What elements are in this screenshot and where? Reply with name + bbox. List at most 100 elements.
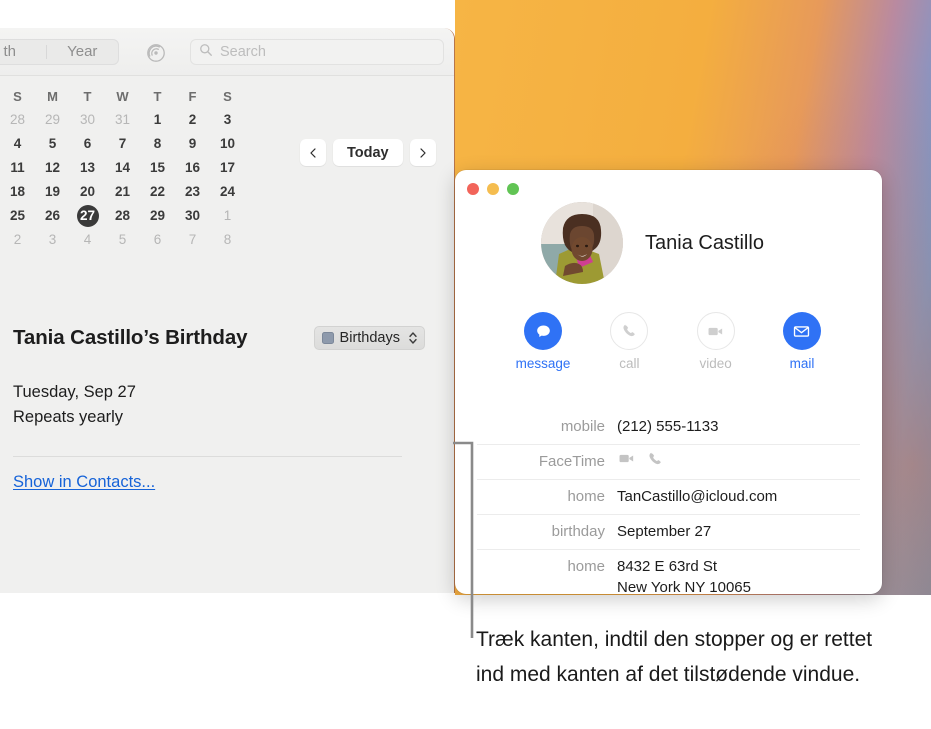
calendar-select-popup[interactable]: Birthdays	[313, 326, 425, 350]
day-cell[interactable]: 6	[70, 132, 105, 156]
day-cell[interactable]: 12	[35, 156, 70, 180]
contact-field-row[interactable]: FaceTime	[477, 445, 860, 480]
weekday-header: M	[47, 89, 58, 104]
show-in-contacts-link[interactable]: Show in Contacts...	[0, 457, 454, 492]
field-value[interactable]: September 27	[617, 521, 711, 542]
day-cell[interactable]: 11	[0, 156, 35, 180]
mini-month-grid: SMTWTFS 28 29 30 31 1 2 3 4 5 6 7 8 9 10 11 12 13 14 15 16 1…	[0, 86, 272, 252]
field-value-line: September 27	[617, 523, 712, 540]
day-cell[interactable]: 5	[105, 228, 140, 252]
month-segment[interactable]: th	[0, 40, 46, 64]
callout-bracket	[452, 440, 492, 645]
day-cell[interactable]: 7	[105, 132, 140, 156]
event-repeat: Repeats yearly	[13, 408, 124, 426]
close-button[interactable]	[467, 183, 479, 195]
weekday-header: S	[13, 89, 22, 104]
minimize-button[interactable]	[487, 183, 499, 195]
day-cell[interactable]: 16	[175, 156, 210, 180]
day-cell[interactable]: 8	[210, 228, 245, 252]
day-cell[interactable]: 18	[0, 180, 35, 204]
day-cell[interactable]: 26	[35, 204, 70, 228]
next-button[interactable]	[409, 139, 436, 166]
contact-field-row[interactable]: birthday September 27	[477, 515, 860, 550]
day-cell[interactable]: 3	[35, 228, 70, 252]
action-label: call	[619, 356, 640, 371]
event-title: Tania Castillo’s Birthday	[13, 326, 248, 349]
field-value[interactable]: TanCastillo@icloud.com	[617, 486, 777, 507]
day-cell[interactable]: 17	[210, 156, 245, 180]
previous-button[interactable]	[300, 139, 326, 166]
field-value[interactable]	[617, 451, 664, 472]
day-cell[interactable]: 30	[175, 204, 210, 228]
week-rows: 28 29 30 31 1 2 3 4 5 6 7 8 9 10 11 12 13 14 15 16 17 18 19 20 2…	[0, 108, 272, 252]
day-cell[interactable]: 4	[0, 132, 35, 156]
contact-field-list: mobile (212) 555-1133 FaceTime home TanCast…	[455, 410, 882, 594]
field-label: birthday	[551, 523, 605, 540]
radar-icon[interactable]	[146, 43, 166, 63]
day-cell[interactable]: 15	[140, 156, 175, 180]
video-camera-icon	[696, 312, 735, 350]
action-mail[interactable]: mail	[762, 312, 842, 371]
day-cell[interactable]: 29	[140, 204, 175, 228]
calendar-toolbar: th Year Search	[0, 28, 454, 76]
calendar-navigation: Today	[300, 139, 436, 166]
week-row: 18 19 20 21 22 23 24	[0, 180, 272, 204]
day-cell[interactable]: 2	[175, 108, 210, 132]
year-segment[interactable]: Year	[47, 40, 119, 64]
day-cell[interactable]: 5	[35, 132, 70, 156]
search-icon	[199, 43, 213, 62]
event-title-row: Tania Castillo’s Birthday Birthdays	[0, 326, 454, 350]
event-meta: Tuesday, Sep 27 Repeats yearly	[0, 350, 454, 430]
day-cell[interactable]: 10	[210, 132, 245, 156]
day-cell[interactable]: 30	[70, 108, 105, 132]
day-cell[interactable]: 14	[105, 156, 140, 180]
day-cell[interactable]: 29	[35, 108, 70, 132]
calendar-color-swatch	[321, 332, 334, 344]
day-cell[interactable]: 22	[140, 180, 175, 204]
day-cell[interactable]: 9	[175, 132, 210, 156]
field-label: mobile	[560, 418, 605, 435]
day-cell[interactable]: 28	[0, 108, 35, 132]
day-cell[interactable]: 25	[0, 204, 35, 228]
day-cell[interactable]: 31	[105, 108, 140, 132]
contact-field-row[interactable]: mobile (212) 555-1133	[477, 410, 860, 445]
day-cell[interactable]: 8	[140, 132, 175, 156]
day-cell[interactable]: 23	[175, 180, 210, 204]
day-cell[interactable]: 7	[175, 228, 210, 252]
contact-field-row[interactable]: home 8432 E 63rd St New York NY 10065	[477, 550, 860, 594]
day-cell[interactable]: 13	[70, 156, 105, 180]
today-badge: 27	[76, 205, 99, 227]
day-cell[interactable]: 4	[70, 228, 105, 252]
view-segmented-control[interactable]: th Year	[0, 39, 119, 65]
event-date: Tuesday, Sep 27	[13, 383, 136, 401]
field-value-line: New York NY 10065	[617, 579, 751, 594]
day-cell[interactable]: 20	[70, 180, 105, 204]
envelope-icon[interactable]	[782, 312, 821, 350]
action-label: message	[515, 356, 571, 371]
phone-icon[interactable]	[646, 450, 664, 474]
contact-field-row[interactable]: home TanCastillo@icloud.com	[477, 480, 860, 515]
action-message[interactable]: message	[503, 312, 583, 371]
field-value[interactable]: (212) 555-1133	[617, 416, 718, 437]
day-cell[interactable]: 1	[140, 108, 175, 132]
day-cell[interactable]: 3	[210, 108, 245, 132]
day-cell[interactable]: 6	[140, 228, 175, 252]
event-detail-panel: Tania Castillo’s Birthday Birthdays Tues…	[0, 326, 454, 492]
field-value[interactable]: 8432 E 63rd St New York NY 10065	[617, 556, 751, 594]
day-cell[interactable]: 1	[210, 204, 245, 228]
field-label: home	[567, 488, 605, 505]
video-camera-icon[interactable]	[617, 449, 636, 474]
contact-card-window: Tania Castillo message call video mail m…	[455, 170, 882, 594]
day-cell[interactable]: 2	[0, 228, 35, 252]
message-bubble-icon[interactable]	[524, 312, 562, 350]
day-cell[interactable]: 19	[35, 180, 70, 204]
day-cell-today[interactable]: 27	[70, 204, 105, 228]
day-cell[interactable]: 21	[105, 180, 140, 204]
day-cell[interactable]: 28	[105, 204, 140, 228]
day-cell[interactable]: 24	[210, 180, 245, 204]
zoom-button[interactable]	[507, 183, 519, 195]
today-button[interactable]: Today	[333, 139, 403, 166]
search-input[interactable]: Search	[190, 39, 444, 65]
weekday-header: T	[83, 89, 92, 104]
phone-icon	[610, 312, 649, 350]
